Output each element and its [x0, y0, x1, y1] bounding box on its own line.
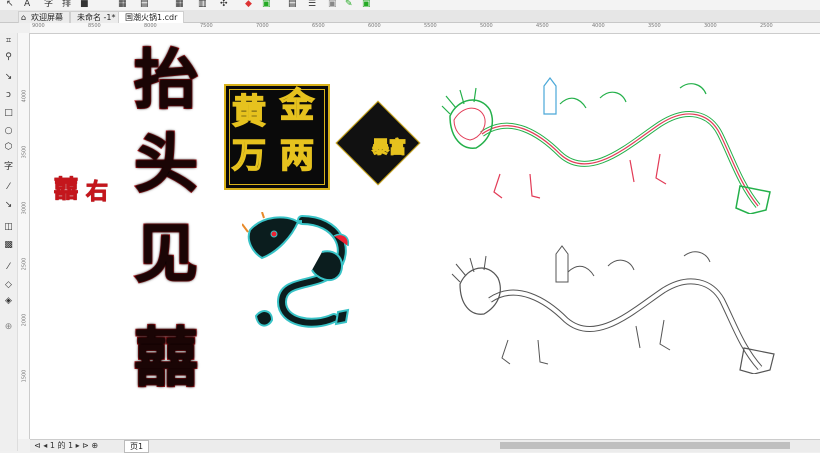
transparency-tool-icon[interactable]: ▩	[2, 239, 15, 251]
char-jian[interactable]: 见	[133, 219, 199, 291]
format-icon[interactable]: 排	[62, 0, 71, 9]
gold-char-wan: 万	[231, 136, 267, 176]
polygon-tool-icon[interactable]: ⬡	[2, 141, 15, 153]
crop-tool-icon[interactable]: ⌗	[2, 35, 15, 47]
gold-char-huang: 黄	[231, 92, 267, 132]
home-icon: ⌂	[21, 13, 27, 22]
drawing-canvas[interactable]: 抬 头 见 囍 囍 右 黄 金 万 两 暴富	[30, 34, 820, 439]
h-ruler-tick: 2500	[760, 23, 773, 29]
v-ruler-tick: 2000	[21, 313, 28, 327]
side-char-you[interactable]: 右	[85, 180, 108, 205]
dragon-plain-outline[interactable]	[450, 244, 800, 374]
page-navigator[interactable]: ⊲ ◂ 1 的 1 ▸ ⊳ ⊕	[34, 441, 98, 451]
h-ruler-tick: 5500	[424, 23, 437, 29]
eyedropper-tool-icon[interactable]: ⁄	[2, 261, 15, 273]
smart-fill-icon[interactable]: ◈	[2, 295, 15, 307]
horizontal-ruler[interactable]: 9000 8500 8000 7500 7000 6500 6000 5500 5000 4500…	[30, 23, 820, 34]
rectangle-tool-icon[interactable]: □	[2, 107, 15, 119]
add-tool-icon[interactable]: ⊕	[2, 321, 15, 333]
h-ruler-tick: 3500	[648, 23, 661, 29]
h-ruler-tick: 5000	[480, 23, 493, 29]
v-ruler-tick: 3000	[21, 201, 28, 215]
gold-char-jin: 金	[279, 86, 315, 126]
tab-untitled[interactable]: 未命名 -1*	[70, 11, 123, 23]
parallel-dimension-icon[interactable]: ⁄	[2, 181, 15, 193]
v-ruler-tick: 1500	[21, 369, 28, 383]
macro-icon[interactable]: ▣	[362, 0, 371, 9]
image-icon[interactable]: ▣	[262, 0, 271, 9]
h-ruler-tick: 8500	[88, 23, 101, 29]
gold-char-liang: 两	[279, 136, 315, 176]
snake-emblem[interactable]	[242, 212, 362, 338]
diamond-text: 暴富	[372, 138, 407, 159]
tab-active-document[interactable]: 国潮火锅1.cdr	[118, 11, 185, 23]
tab-welcome[interactable]: ⌂ 欢迎屏幕	[18, 11, 70, 23]
v-ruler-tick: 2500	[21, 257, 28, 271]
h-ruler-tick: 8000	[144, 23, 157, 29]
char-xi[interactable]: 囍	[133, 323, 199, 395]
side-char-xi[interactable]: 囍	[54, 175, 79, 202]
h-ruler-tick: 7000	[256, 23, 269, 29]
text-tool-icon[interactable]: A	[24, 0, 30, 9]
connector-tool-icon[interactable]: ↘	[2, 199, 15, 211]
interactive-fill-icon[interactable]: ◇	[2, 279, 15, 291]
ellipse-tool-icon[interactable]: ○	[2, 125, 15, 137]
status-bar: ⊲ ◂ 1 的 1 ▸ ⊳ ⊕ 页1	[30, 439, 820, 453]
h-ruler-tick: 6500	[312, 23, 325, 29]
char-tou[interactable]: 头	[133, 129, 199, 201]
gold-box-panel[interactable]: 黄 金 万 两	[224, 84, 330, 190]
vertical-ruler[interactable]: 4000 3500 3000 2500 2000 1500	[17, 33, 30, 439]
transform-icon[interactable]: ✣	[220, 0, 228, 9]
layout-icon[interactable]: ▦	[175, 0, 184, 9]
horizontal-scrollbar[interactable]	[500, 442, 790, 449]
align-icon[interactable]: ▤	[140, 0, 149, 9]
char-tai[interactable]: 抬	[133, 45, 199, 117]
top-toolbar: ↖ A 字 排 ■ ▦ ▤ ▦ ▥ ✣ ◆ ▣ ▤ ☰ ▣ ✎ ▣	[0, 0, 820, 10]
v-ruler-tick: 4000	[21, 89, 28, 103]
dragon-color-outline[interactable]	[440, 74, 800, 214]
bold-icon[interactable]: ■	[80, 0, 89, 9]
h-ruler-tick: 7500	[200, 23, 213, 29]
text-tool-icon[interactable]: 字	[2, 161, 15, 173]
v-ruler-tick: 3500	[21, 145, 28, 159]
zoom-icon[interactable]: ▣	[328, 0, 337, 9]
document-tabs: ⌂ 欢迎屏幕 未命名 -1* 国潮火锅1.cdr	[0, 10, 820, 23]
artistic-media-icon[interactable]: ↄ	[2, 89, 15, 101]
toolbox: ⌗ ⚲ ↘ ↄ □ ○ ⬡ 字 ⁄ ↘ ◫ ▩ ⁄ ◇ ◈ ⊕	[0, 33, 18, 451]
h-ruler-tick: 3000	[704, 23, 717, 29]
freehand-tool-icon[interactable]: ↘	[2, 71, 15, 83]
h-ruler-tick: 9000	[32, 23, 45, 29]
h-ruler-tick: 4500	[536, 23, 549, 29]
pick-tool-icon[interactable]: ↖	[6, 0, 14, 9]
page-tab[interactable]: 页1	[124, 440, 150, 453]
grid-icon[interactable]: ▦	[118, 0, 127, 9]
zoom-tool-icon[interactable]: ⚲	[2, 51, 15, 63]
print-icon[interactable]: ▤	[288, 0, 297, 9]
table-tool-icon[interactable]: 字	[44, 0, 53, 9]
h-ruler-tick: 4000	[592, 23, 605, 29]
h-ruler-tick: 6000	[368, 23, 381, 29]
pen-icon[interactable]: ✎	[345, 0, 353, 9]
settings-icon[interactable]: ☰	[308, 0, 316, 9]
layer-icon[interactable]: ▥	[198, 0, 207, 9]
shadow-tool-icon[interactable]: ◫	[2, 221, 15, 233]
color-icon[interactable]: ◆	[245, 0, 252, 9]
